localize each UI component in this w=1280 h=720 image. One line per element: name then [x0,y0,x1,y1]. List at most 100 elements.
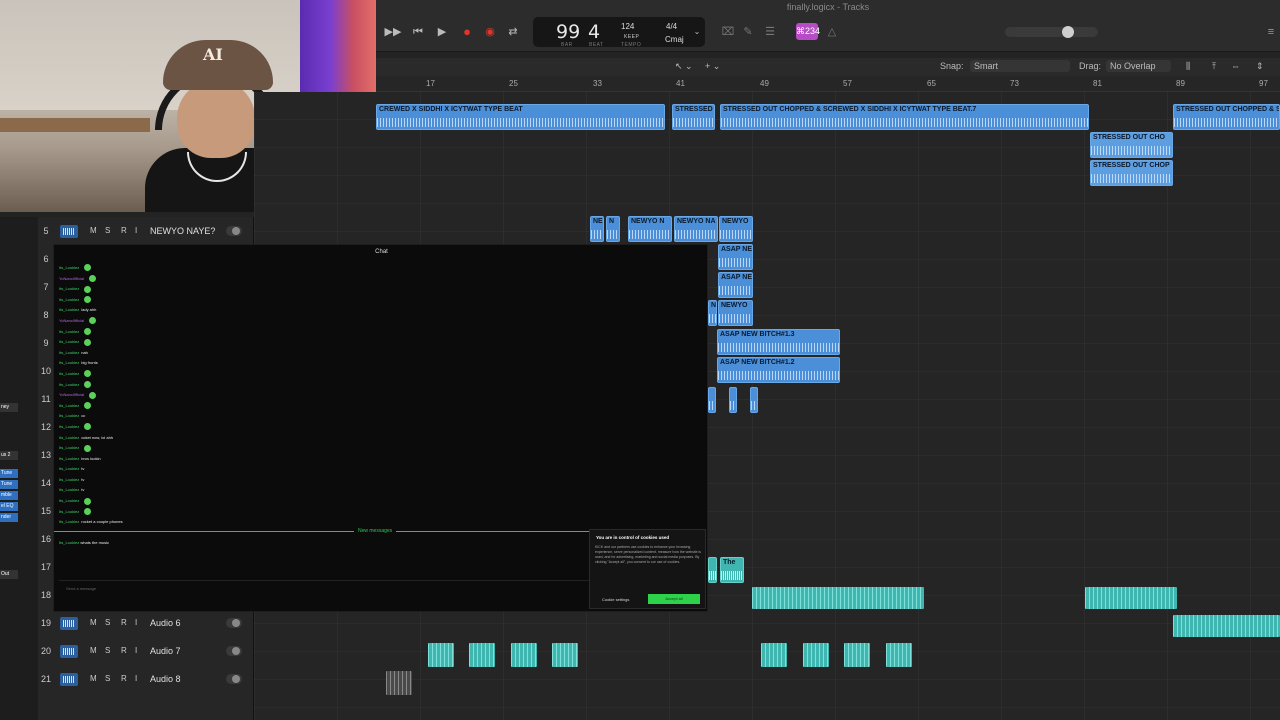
input-monitor-button[interactable]: I [135,226,137,235]
plugin-slot[interactable]: Tune [0,469,18,478]
chat-username[interactable]: Its_Lookiez [59,477,79,482]
midi-region[interactable] [428,643,454,667]
chat-username[interactable]: Its_Lookiez [59,445,79,450]
replace-record-button[interactable]: ◉ [481,24,499,40]
solo-button[interactable]: S [105,618,110,627]
go-to-beginning-button[interactable]: ⏮ [409,24,427,40]
audio-region[interactable]: STRESSED [672,104,715,130]
chat-username[interactable]: Its_Lookiez [59,540,79,545]
chat-username[interactable]: Its_Lookiez [59,487,79,492]
list-icon[interactable]: ☰ [761,24,779,40]
audio-region[interactable]: NEWYO [719,216,753,242]
midi-region[interactable] [469,643,495,667]
zoom-icon[interactable]: ⤒ [1212,61,1216,72]
chat-username[interactable]: Its_Lookiez [59,350,79,355]
audio-region[interactable] [729,387,737,413]
mute-button[interactable]: M [90,674,97,683]
plugin-slot[interactable]: Tune [0,480,18,489]
audio-track-icon[interactable] [60,645,78,658]
chat-username[interactable]: Its_Lookiez [59,466,79,471]
track-header[interactable]: 20 M S R I Audio 7 [38,637,254,665]
record-enable-button[interactable]: R [121,674,127,683]
audio-region[interactable]: STRESSED OUT CHOPPED & S [1173,104,1280,130]
midi-region[interactable] [752,587,924,609]
audio-track-icon[interactable] [60,617,78,630]
audio-region[interactable] [750,387,758,413]
bar-ruler[interactable]: 17 25 33 41 49 57 65 73 81 89 97 [376,76,1280,92]
record-enable-button[interactable]: R [121,618,127,627]
input-monitor-button[interactable]: I [135,618,137,627]
audio-region[interactable]: STRESSED OUT CHO [1090,132,1173,158]
audio-region[interactable]: NEWYO N [628,216,672,242]
chat-username[interactable]: Its_Lookiez [59,498,79,503]
metronome-icon[interactable]: △ [823,24,841,40]
audio-region[interactable]: ASAP NEW BITCH#1.2 [717,357,840,383]
add-tool-icon[interactable]: + ⌄ [705,61,720,72]
track-on-toggle[interactable] [226,618,242,628]
audio-region[interactable]: STRESSED OUT CHOPPED & SCREWED X SIDDHI … [720,104,1089,130]
record-enable-button[interactable]: R [121,646,127,655]
audio-region[interactable]: STRESSED OUT CHOP [1090,160,1173,186]
midi-region[interactable] [886,643,912,667]
chat-username[interactable]: Its_Lookiez [59,286,79,291]
track-on-toggle[interactable] [226,226,242,236]
midi-region[interactable] [844,643,870,667]
chat-username[interactable]: Its_Lookiez [59,339,79,344]
track-name[interactable]: Audio 7 [150,646,181,656]
new-messages-label[interactable]: New messages [354,528,397,534]
solo-button[interactable]: S [105,674,110,683]
chat-username[interactable]: Its_Lookiez [59,413,79,418]
audio-region[interactable]: The [720,557,744,583]
pointer-tool-icon[interactable]: ↖ ⌄ [675,61,693,72]
cookie-settings-button[interactable]: Cookie settings [602,597,629,602]
chat-input[interactable]: Send a message [59,580,589,596]
midi-region[interactable] [511,643,537,667]
chevron-down-icon[interactable]: ⌄ [691,24,703,40]
midi-region[interactable] [552,643,578,667]
mute-button[interactable]: M [90,646,97,655]
chat-username[interactable]: YoNanc0fficial [59,318,84,323]
plugin-slot[interactable]: mble [0,491,18,500]
master-volume-slider[interactable] [1005,26,1098,38]
pencil-icon[interactable]: ✎ [739,24,757,40]
chat-username[interactable]: Its_Lookiez [59,403,79,408]
chat-username[interactable]: Its_Lookiez [59,424,79,429]
midi-region[interactable] [761,643,787,667]
solo-button[interactable]: S [105,226,110,235]
mute-button[interactable]: M [90,618,97,627]
chat-username[interactable]: Its_Lookiez [59,307,79,312]
track-name[interactable]: NEWYO NAYE? [150,226,215,236]
align-icon[interactable]: ⇔ [1231,61,1240,71]
chat-username[interactable]: YoNanc0fficial [59,276,84,281]
track-name[interactable]: Audio 8 [150,674,181,684]
audio-track-icon[interactable] [60,673,78,686]
track-header[interactable]: 5 M S R I NEWYO NAYE? [38,217,254,245]
chat-username[interactable]: Its_Lookiez [59,265,79,270]
audio-track-icon[interactable] [60,225,78,238]
count-in-badge[interactable]: ⌘234 [796,23,820,40]
chat-username[interactable]: Its_Lookiez [59,456,79,461]
cycle-button[interactable]: ⇄ [504,24,522,40]
audio-region[interactable]: ASAP NE [718,272,753,298]
midi-region[interactable] [1173,615,1280,637]
track-on-toggle[interactable] [226,674,242,684]
lcd-display[interactable]: 99 4 BAR BEAT 124 KEEP TEMPO 4/4 Cmaj ⌄ [533,17,705,48]
drag-dropdown[interactable]: No Overlap [1106,60,1171,72]
input-monitor-button[interactable]: I [135,646,137,655]
audio-region[interactable]: N [606,216,620,242]
track-name[interactable]: Audio 6 [150,618,181,628]
audio-region[interactable]: NEWYO [718,300,753,326]
midi-region[interactable] [803,643,829,667]
chat-username[interactable]: YoNanc0fficial [59,392,84,397]
snap-dropdown[interactable]: Smart [970,60,1070,72]
input-monitor-button[interactable]: I [135,674,137,683]
fast-forward-button[interactable]: ▶▶ [384,24,402,40]
track-header[interactable]: 19 M S R I Audio 6 [38,609,254,637]
chat-username[interactable]: Its_Lookiez [59,435,79,440]
play-button[interactable]: ▶ [433,24,451,40]
chat-username[interactable]: Its_Lookiez [59,371,79,376]
midi-region[interactable] [1085,587,1177,609]
record-enable-button[interactable]: R [121,226,127,235]
track-header[interactable]: 21 M S R I Audio 8 [38,665,254,693]
mute-button[interactable]: M [90,226,97,235]
